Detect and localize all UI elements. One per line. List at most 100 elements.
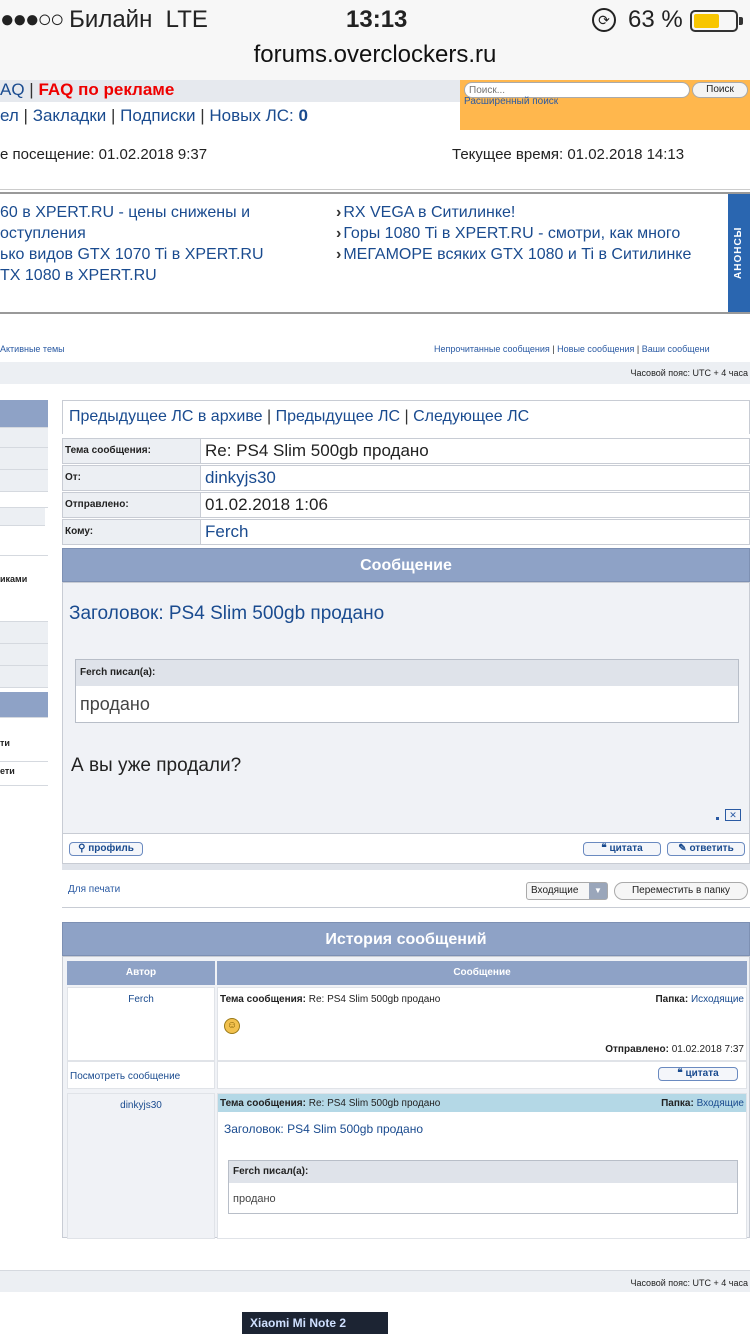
sidebar-item[interactable] (0, 526, 48, 556)
speech-bubble-icon: ❝ (601, 843, 607, 854)
smiley-icon: ☺ (224, 1018, 240, 1034)
user-icon: ⚲ (78, 843, 86, 854)
quote-button[interactable]: ❝ цитата (583, 842, 661, 856)
announcement-link[interactable]: › RX VEGA в Ситилинке! (336, 202, 716, 223)
your-messages-link[interactable]: Ваши сообщени (642, 344, 710, 354)
advanced-search-link[interactable]: Расширенный поиск (464, 96, 558, 107)
history-folder-link[interactable]: Исходящие (691, 994, 744, 1005)
report-icon[interactable]: ✕ (725, 809, 741, 821)
divider (62, 864, 750, 870)
network-type: LTE (165, 6, 208, 33)
new-pm-count: 0 (298, 106, 308, 125)
message-text: А вы уже продали? (71, 755, 242, 776)
pm-subject-row: Тема сообщения: Re: PS4 Slim 500gb прода… (62, 438, 750, 464)
announcement-link[interactable]: ько видов GTX 1070 Ti в XPERT.RU (0, 244, 320, 265)
history-folder-link[interactable]: Входящие (697, 1098, 744, 1109)
arrow-right-icon: › (336, 246, 342, 263)
announcement-link[interactable]: › Горы 1080 Ti в XPERT.RU - смотри, как м… (336, 223, 716, 244)
ad-banner[interactable]: Xiaomi Mi Note 2 (242, 1312, 388, 1334)
message-body: Заголовок: PS4 Slim 500gb продано Ferch … (62, 582, 750, 834)
announcement-link[interactable]: › МЕГАМОРЕ всяких GTX 1080 и Ti в Ситилин… (336, 244, 716, 265)
history-subject-label: Тема сообщения: (220, 994, 306, 1005)
sidebar-item[interactable] (0, 666, 48, 688)
history-author-link[interactable]: dinkyjs30 (68, 1100, 214, 1111)
sidebar-item[interactable]: иками (0, 556, 48, 622)
col-author-header: Автор (67, 961, 215, 985)
announcement-link[interactable]: TX 1080 в XPERT.RU (0, 265, 320, 286)
sidebar-item[interactable] (0, 644, 48, 666)
arrow-right-icon: › (336, 204, 342, 221)
last-visit: е посещение: 01.02.2018 9:37 (0, 146, 208, 163)
active-topics-link[interactable]: Активные темы (0, 344, 65, 354)
pm-subject-label: Тема сообщения: (63, 439, 201, 463)
history-quote-button[interactable]: ❝ цитата (658, 1067, 738, 1081)
search-button[interactable]: Поиск (692, 82, 748, 98)
quote-author: Ferch писал(а): (76, 660, 738, 686)
timezone-text: Часовой пояс: UTC + 4 часа (630, 1278, 748, 1288)
nav-cut-link[interactable]: ел (0, 106, 19, 125)
battery-icon (690, 10, 743, 32)
announcement-link[interactable]: оступления (0, 223, 320, 244)
pm-from-link[interactable]: dinkyjs30 (205, 466, 276, 490)
subscriptions-link[interactable]: Подписки (120, 106, 195, 125)
print-link[interactable]: Для печати (68, 884, 120, 895)
sidebar-item[interactable] (0, 622, 48, 644)
announcements-left: 60 в XPERT.RU - цены снижены и оступлени… (0, 202, 320, 286)
status-bar: ●●●○○ Билайн LTE 13:13 ⟳ 63 % (0, 0, 750, 40)
new-messages-link[interactable]: Новые сообщения (557, 344, 634, 354)
profile-button[interactable]: ⚲ профиль (69, 842, 143, 856)
move-to-folder-button[interactable]: Переместить в папку (614, 882, 748, 900)
timezone-text: Часовой пояс: UTC + 4 часа (630, 368, 748, 378)
timezone-bar: Часовой пояс: UTC + 4 часа (0, 362, 750, 384)
pm-sent: 01.02.2018 1:06 (205, 495, 328, 514)
prev-archive-pm-link[interactable]: Предыдущее ЛС в архиве (69, 408, 263, 425)
sidebar-header (0, 400, 48, 428)
view-message-link[interactable]: Посмотреть сообщение (70, 1071, 180, 1082)
faq-ads-link[interactable]: FAQ по рекламе (38, 80, 174, 99)
history-sent-label: Отправлено: (605, 1044, 669, 1055)
faq-link[interactable]: AQ (0, 80, 25, 99)
sidebar-item[interactable] (0, 470, 48, 492)
new-pm-link[interactable]: Новых ЛС: 0 (209, 106, 308, 125)
search-box: Поиск Расширенный поиск (460, 80, 750, 130)
message-actions: ⚲ профиль ❝ цитата ✎ ответить (62, 834, 750, 864)
sidebar-item[interactable] (0, 448, 48, 470)
history-author-link[interactable]: Ferch (68, 994, 214, 1005)
battery-fill (694, 14, 719, 28)
clock: 13:13 (346, 6, 408, 33)
next-pm-link[interactable]: Следующее ЛС (413, 408, 529, 425)
print-row: Для печати Входящие ▼ Переместить в папку (62, 872, 750, 908)
table-row-message-cell: Тема сообщения: Re: PS4 Slim 500gb прода… (217, 987, 747, 1061)
timezone-bar-bottom: Часовой пояс: UTC + 4 часа (0, 1270, 750, 1292)
message-header: Сообщение (62, 548, 750, 582)
col-message-header: Сообщение (217, 961, 747, 985)
current-time: Текущее время: 01.02.2018 14:13 (452, 146, 685, 163)
page: ●●●○○ Билайн LTE 13:13 ⟳ 63 % forums.ove… (0, 0, 750, 1334)
bookmarks-link[interactable]: Закладки (33, 106, 107, 125)
pm-to-row: Кому: Ferch (62, 519, 750, 545)
sidebar-item[interactable]: ети (0, 762, 48, 786)
reply-button[interactable]: ✎ ответить (667, 842, 745, 856)
sidebar-item[interactable]: ти (0, 718, 48, 762)
announcements-tab[interactable]: АНОНСЫ (728, 194, 750, 312)
speech-bubble-icon: ❝ (677, 1068, 683, 1079)
sidebar-item[interactable] (0, 428, 48, 448)
battery-percent: 63 % (628, 6, 683, 33)
announcements-right: › RX VEGA в Ситилинке! › Горы 1080 Ti в XP… (336, 202, 716, 265)
history-subject: Re: PS4 Slim 500gb продано (308, 994, 441, 1005)
pencil-icon: ✎ (678, 843, 687, 854)
pm-subject: Re: PS4 Slim 500gb продано (205, 441, 429, 460)
prev-pm-link[interactable]: Предыдущее ЛС (276, 408, 400, 425)
history-table: Автор Сообщение Ferch Тема сообщения: Re… (62, 956, 750, 1239)
unread-link[interactable]: Непрочитанные сообщения (434, 344, 550, 354)
pm-to-link[interactable]: Ferch (205, 520, 248, 544)
sidebar-item[interactable] (0, 508, 45, 526)
sidebar-item[interactable] (0, 492, 48, 508)
table-row-author-cell: dinkyjs30 (67, 1093, 215, 1239)
sidebar-header (0, 692, 48, 718)
folder-select[interactable]: Входящие ▼ (526, 882, 608, 900)
announcement-link[interactable]: 60 в XPERT.RU - цены снижены и (0, 202, 320, 223)
url-bar[interactable]: forums.overclockers.ru (0, 40, 750, 80)
quote-block: Ferch писал(а): продано (75, 659, 739, 723)
battery-nub (739, 17, 743, 25)
